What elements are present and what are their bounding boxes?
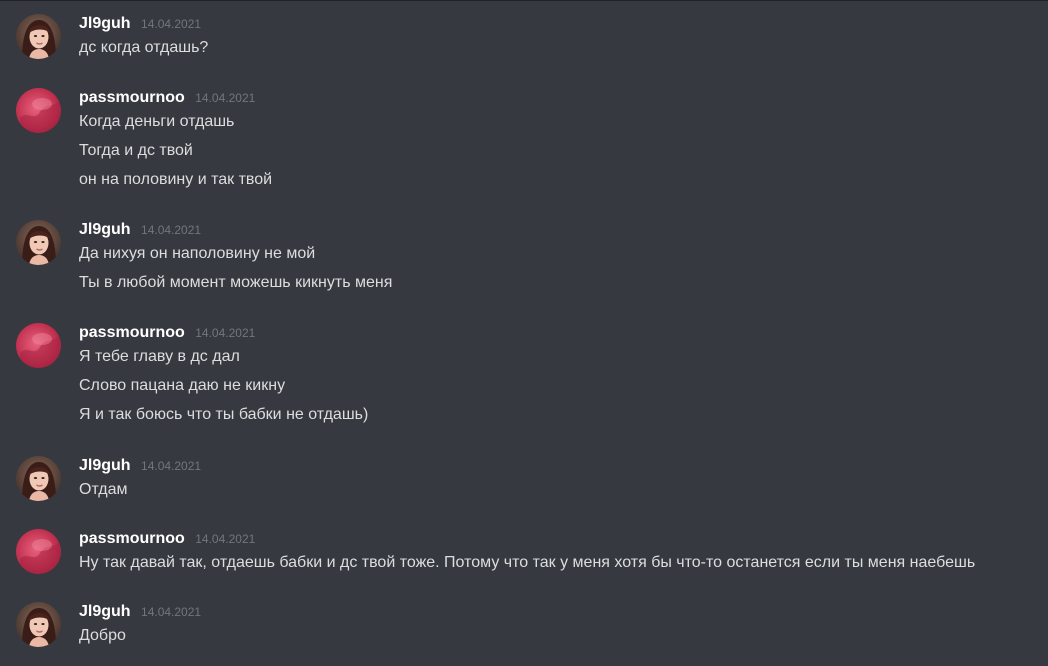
pink-blur-avatar-icon[interactable]	[16, 88, 61, 133]
message-text: Когда деньги отдашь	[79, 113, 235, 130]
girl-avatar-icon[interactable]	[16, 456, 61, 501]
girl-avatar-icon[interactable]	[16, 602, 61, 647]
message-text: Да нихуя он наполовину не мой	[79, 245, 316, 262]
message-text: Тогда и дс твой	[79, 142, 193, 159]
username[interactable]: Jl9guh	[79, 15, 131, 32]
timestamp[interactable]: 14.04.2021	[141, 459, 201, 473]
username[interactable]: passmournoo	[79, 89, 185, 106]
message-text: Отдам	[79, 481, 128, 498]
timestamp[interactable]: 14.04.2021	[195, 91, 255, 105]
username[interactable]: Jl9guh	[79, 457, 131, 474]
message-text: Я тебе главу в дс дал	[79, 348, 240, 365]
girl-avatar-icon[interactable]	[16, 14, 61, 59]
message-text: Добро	[79, 627, 126, 644]
timestamp[interactable]: 14.04.2021	[141, 605, 201, 619]
timestamp[interactable]: 14.04.2021	[141, 17, 201, 31]
message-header: Jl9guh 14.04.2021	[79, 220, 201, 240]
timestamp[interactable]: 14.04.2021	[195, 532, 255, 546]
message-text: Слово пацана даю не кикну	[79, 377, 286, 394]
girl-avatar-icon[interactable]	[16, 220, 61, 265]
message-header: Jl9guh 14.04.2021	[79, 602, 201, 622]
message-text: Я и так боюсь что ты бабки не отдашь)	[79, 406, 369, 423]
pink-blur-avatar-icon[interactable]	[16, 529, 61, 574]
chat-message-list: Jl9guh 14.04.2021 дс когда отдашь? passm…	[0, 0, 1048, 666]
message-text: Ты в любой момент можешь кикнуть меня	[79, 274, 393, 291]
message-text: Ну так давай так, отдаешь бабки и дс тво…	[79, 554, 976, 571]
message-text: он на половину и так твой	[79, 171, 273, 188]
message-header: passmournoo 14.04.2021	[79, 323, 255, 343]
pink-blur-avatar-icon[interactable]	[16, 323, 61, 368]
username[interactable]: passmournoo	[79, 324, 185, 341]
username[interactable]: Jl9guh	[79, 603, 131, 620]
message-header: passmournoo 14.04.2021	[79, 88, 255, 108]
timestamp[interactable]: 14.04.2021	[141, 223, 201, 237]
timestamp[interactable]: 14.04.2021	[195, 326, 255, 340]
username[interactable]: Jl9guh	[79, 221, 131, 238]
username[interactable]: passmournoo	[79, 530, 185, 547]
message-header: passmournoo 14.04.2021	[79, 529, 255, 549]
message-header: Jl9guh 14.04.2021	[79, 456, 201, 476]
message-text: дс когда отдашь?	[79, 39, 209, 56]
message-header: Jl9guh 14.04.2021	[79, 14, 201, 34]
